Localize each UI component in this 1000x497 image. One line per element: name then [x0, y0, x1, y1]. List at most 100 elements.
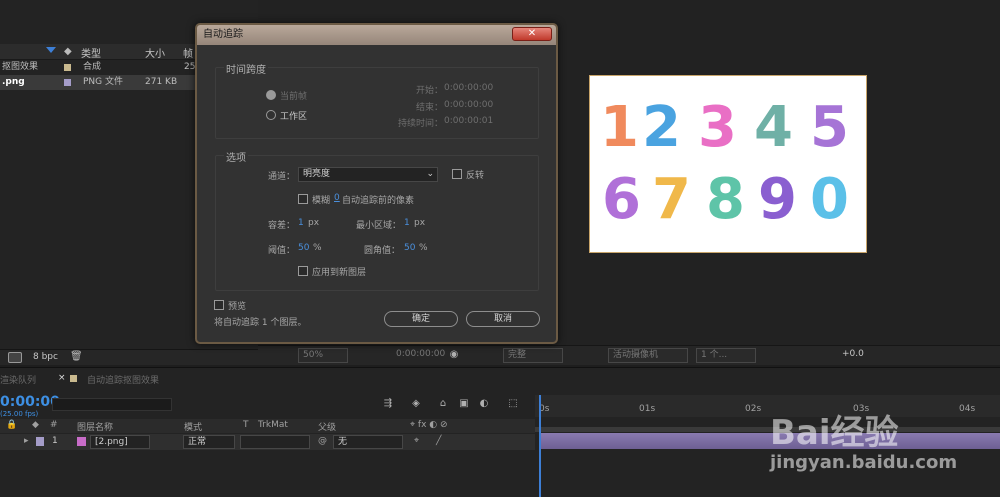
camera-icon[interactable]: ◉ — [448, 349, 460, 361]
baidu-watermark: Bai经验 — [770, 413, 899, 453]
tolerance-label: 容差： — [268, 221, 296, 231]
digit-0: 0 — [810, 167, 849, 232]
work-area-bar[interactable] — [535, 427, 1000, 432]
corner-value[interactable]: 50 — [404, 243, 415, 253]
trash-icon[interactable]: 🗑 — [70, 351, 83, 362]
layer-search-input[interactable] — [52, 398, 172, 411]
column-size[interactable]: 大小 — [145, 45, 165, 60]
shy-layers-icon[interactable]: ⌂ — [437, 398, 449, 410]
status-text: 将自动追踪 1 个图层。 — [214, 318, 307, 328]
column-mode[interactable]: 模式 — [184, 420, 202, 433]
end-value: 0:00:00:00 — [444, 100, 494, 110]
start-label: 开始： — [416, 86, 444, 96]
min-area-value[interactable]: 1 — [404, 218, 410, 228]
project-item[interactable]: 抠图效果 合成 25 — [0, 60, 195, 75]
digit-8: 8 — [706, 167, 745, 232]
current-timecode[interactable]: 0:00:00 — [0, 394, 60, 410]
item-size: 271 KB — [145, 77, 178, 87]
column-layer-name[interactable]: 图层名称 — [77, 420, 113, 433]
motion-blur-icon[interactable]: ◐ — [478, 398, 490, 410]
column-number[interactable]: # — [50, 420, 58, 430]
ruler-tick: 02s — [745, 404, 762, 414]
playhead[interactable] — [539, 395, 541, 497]
label-color — [64, 64, 71, 71]
sort-arrow-icon[interactable] — [46, 47, 56, 53]
column-parent[interactable]: 父级 — [318, 420, 336, 433]
flowchart-icon[interactable] — [8, 352, 22, 363]
zoom-select[interactable]: 50% — [298, 348, 348, 363]
cancel-button[interactable]: 取消 — [466, 311, 540, 327]
preview-checkbox[interactable] — [214, 300, 224, 310]
viewer-toolbar: 50% 0:00:00:00 ◉ 完整 活动摄像机 1 个... +0.0 — [258, 345, 1000, 365]
project-item[interactable]: .png PNG 文件 271 KB — [0, 75, 195, 90]
invert-label: 反转 — [466, 171, 485, 181]
digit-7: 7 — [652, 167, 691, 232]
threshold-label: 阈值： — [268, 246, 296, 256]
ruler-tick: 01s — [639, 404, 656, 414]
tab-composition[interactable]: 自动追踪抠图效果 — [87, 373, 159, 386]
item-type: 合成 — [83, 62, 102, 72]
blur-value[interactable]: 0 — [334, 193, 340, 203]
apply-new-layer-label: 应用到新图层 — [312, 268, 367, 278]
column-frame[interactable]: 帧 — [183, 45, 193, 60]
trkmat-select[interactable] — [240, 435, 310, 449]
apply-new-layer-checkbox[interactable] — [298, 266, 308, 276]
corner-unit: % — [419, 243, 428, 253]
digit-2: 2 — [642, 95, 681, 160]
layer-row[interactable]: ▸ 1 [2.png] 正常 @ 无 ⌖ ╱ — [0, 434, 535, 450]
options-label: 选项 — [224, 149, 248, 164]
watermark-url: jingyan.baidu.com — [770, 452, 958, 473]
blur-checkbox[interactable] — [298, 194, 308, 204]
draft-3d-icon[interactable]: ◈ — [410, 398, 422, 410]
label-tag-icon: ◆ — [64, 46, 72, 57]
column-trkmat[interactable]: TrkMat — [258, 420, 288, 430]
graph-editor-icon[interactable]: ⬚ — [507, 398, 519, 410]
blur-label: 模糊 — [312, 196, 331, 206]
layer-label-color[interactable] — [36, 437, 44, 446]
comp-label-color — [70, 375, 77, 382]
column-t[interactable]: T — [243, 420, 249, 430]
preview-label: 预览 — [228, 302, 247, 312]
time-ruler[interactable]: 0s 01s 02s 03s 04s — [535, 395, 1000, 417]
threshold-unit: % — [313, 243, 322, 253]
switches-icon[interactable]: ⌖ fx ◐ ⊘ — [410, 420, 448, 430]
parent-select[interactable]: 无 — [333, 435, 403, 449]
channel-select[interactable]: 明亮度 ⌄ — [298, 167, 438, 182]
quality-switch-icon[interactable]: ╱ — [436, 436, 441, 446]
expand-arrow-icon[interactable]: ▸ — [24, 436, 29, 446]
label-icon[interactable]: ◆ — [32, 420, 39, 430]
threshold-value[interactable]: 50 — [298, 243, 309, 253]
bit-depth[interactable]: 8 bpc — [33, 352, 58, 362]
camera-select[interactable]: 活动摄像机 — [608, 348, 688, 363]
frame-blending-icon[interactable]: ▣ — [458, 398, 470, 410]
lock-icon[interactable]: 🔒 — [6, 420, 17, 430]
current-frame-radio[interactable] — [266, 90, 276, 100]
invert-checkbox[interactable] — [452, 169, 462, 179]
exposure-value[interactable]: +0.0 — [842, 349, 864, 359]
min-area-unit: px — [414, 218, 426, 228]
resolution-select[interactable]: 完整 — [503, 348, 563, 363]
comp-mini-flowchart-icon[interactable]: ⇶ — [382, 398, 394, 410]
digit-9: 9 — [758, 167, 797, 232]
chevron-down-icon: ⌄ — [426, 169, 434, 179]
end-label: 结束： — [416, 103, 444, 113]
item-name: 抠图效果 — [2, 62, 39, 72]
item-type: PNG 文件 — [83, 77, 123, 87]
column-type[interactable]: 类型 — [81, 45, 101, 60]
composition-canvas[interactable]: 1 2 3 4 5 6 7 8 9 0 — [589, 75, 867, 253]
pickwhip-icon[interactable]: @ — [318, 436, 327, 446]
views-select[interactable]: 1 个... — [696, 348, 756, 363]
tolerance-value[interactable]: 1 — [298, 218, 304, 228]
fps-label: (25.00 fps) — [0, 410, 39, 418]
duration-value: 0:00:00:01 — [444, 116, 494, 126]
viewer-timecode[interactable]: 0:00:00:00 — [396, 349, 445, 359]
layer-name-field[interactable]: [2.png] — [90, 435, 150, 449]
shy-switch-icon[interactable]: ⌖ — [414, 436, 419, 446]
close-icon[interactable]: ✕ — [512, 27, 552, 41]
tab-render-queue[interactable]: 渲染队列 — [0, 373, 36, 386]
dialog-title-bar[interactable]: 自动追踪 ✕ — [197, 25, 556, 45]
ok-button[interactable]: 确定 — [384, 311, 458, 327]
tab-close-icon[interactable]: × — [58, 373, 66, 383]
work-area-radio[interactable] — [266, 110, 276, 120]
mode-select[interactable]: 正常 — [183, 435, 235, 449]
